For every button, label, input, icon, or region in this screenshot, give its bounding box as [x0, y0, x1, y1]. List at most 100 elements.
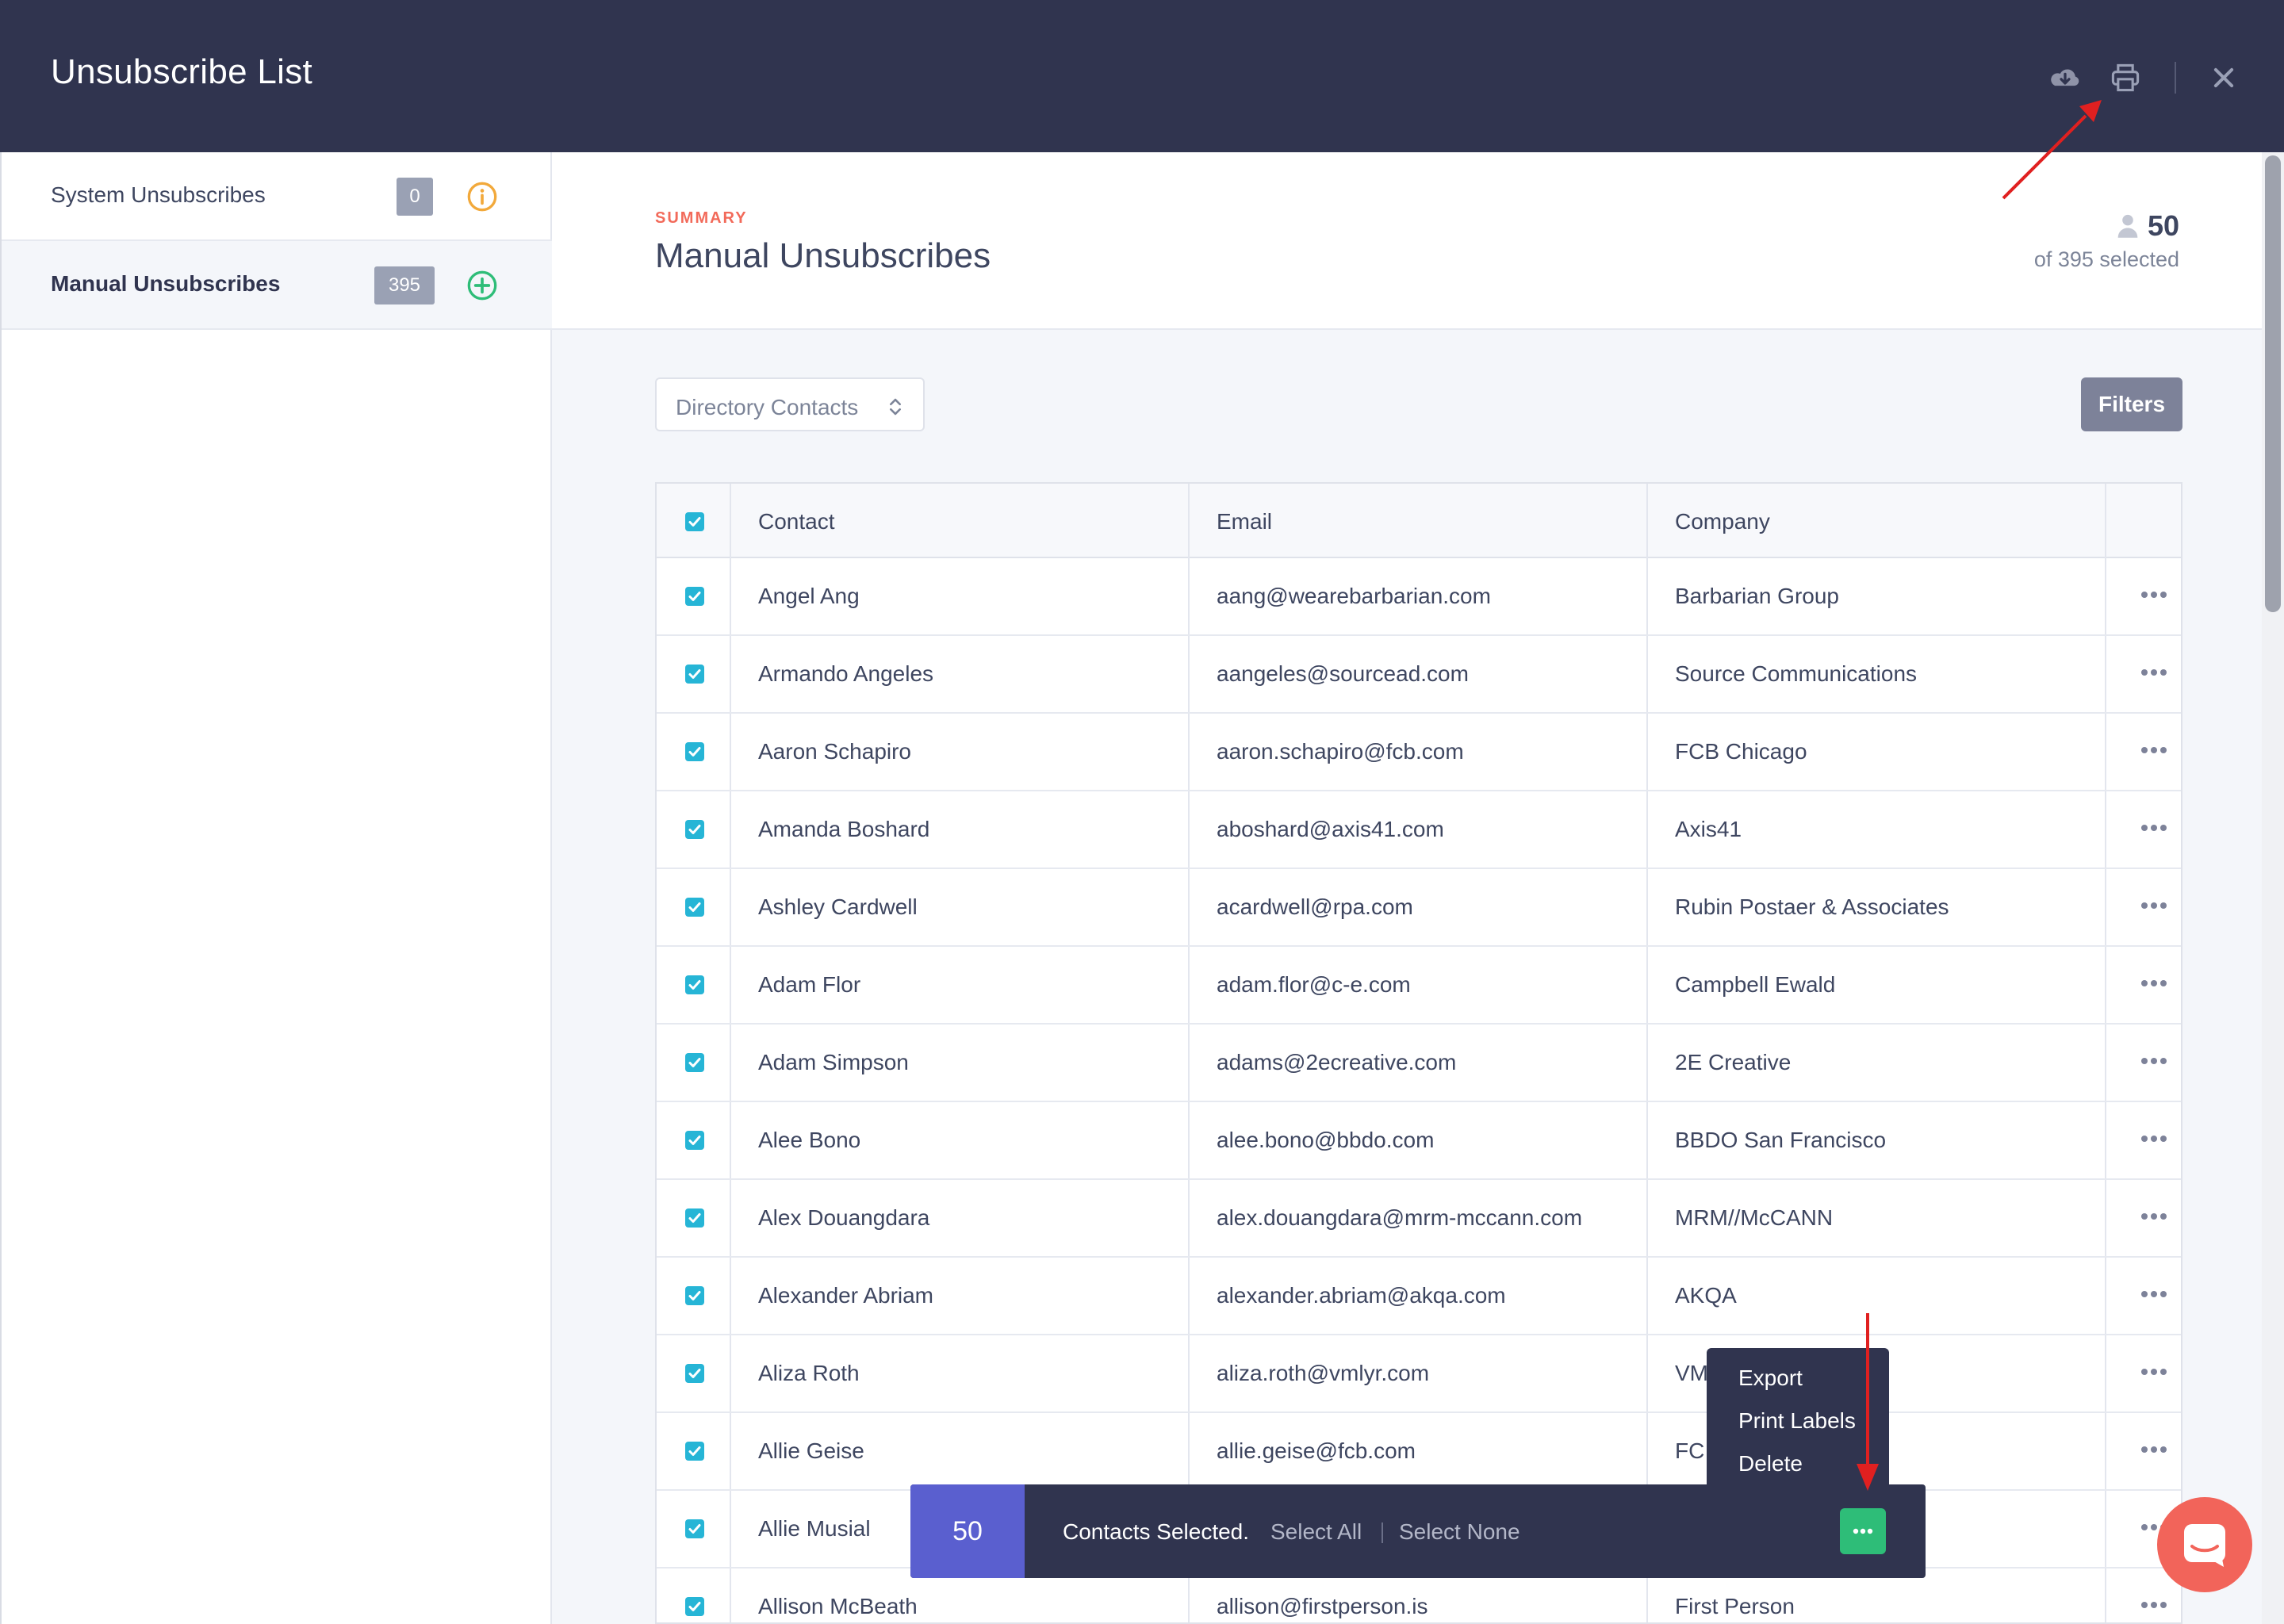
row-checkbox[interactable] — [685, 665, 704, 684]
row-more-icon[interactable] — [2140, 1134, 2168, 1143]
row-checkbox[interactable] — [685, 1131, 704, 1150]
row-more-icon[interactable] — [2140, 1600, 2168, 1610]
scrollbar-thumb[interactable] — [2265, 155, 2281, 612]
select-all-checkbox[interactable] — [685, 512, 704, 531]
row-checkbox[interactable] — [685, 742, 704, 761]
cell-email[interactable]: adam.flor@c-e.com — [1217, 972, 1411, 998]
cell-email[interactable]: adams@2ecreative.com — [1217, 1050, 1456, 1075]
cell-company: Campbell Ewald — [1675, 972, 1836, 997]
row-checkbox[interactable] — [685, 1519, 704, 1538]
cell-contact[interactable]: Allison McBeath — [758, 1594, 918, 1619]
contacts-table: Contact Email Company Angel Ang aang@wear… — [655, 482, 2182, 1624]
cell-email[interactable]: alex.douangdara@mrm-mccann.com — [1217, 1205, 1582, 1231]
row-checkbox[interactable] — [685, 1364, 704, 1383]
cloud-download-icon[interactable] — [2048, 60, 2083, 95]
table-row[interactable]: Aliza Roth aliza.roth@vmlyr.com VM — [657, 1335, 2181, 1413]
cell-email[interactable]: aaron.schapiro@fcb.com — [1217, 739, 1464, 764]
cell-email[interactable]: aang@wearebarbarian.com — [1217, 584, 1491, 609]
cell-contact[interactable]: Amanda Boshard — [758, 817, 929, 842]
menu-item-print-labels[interactable]: Print Labels — [1738, 1408, 1856, 1434]
row-checkbox[interactable] — [685, 975, 704, 994]
table-row[interactable]: Allie Geise allie.geise@fcb.com FC — [657, 1413, 2181, 1491]
sidebar-item-system-unsubscribes[interactable]: System Unsubscribes 0 — [2, 152, 552, 241]
bulk-more-button[interactable] — [1840, 1508, 1886, 1554]
select-all-link[interactable]: Select All — [1270, 1519, 1362, 1545]
cell-contact[interactable]: Angel Ang — [758, 584, 860, 609]
cell-email[interactable]: allie.geise@fcb.com — [1217, 1438, 1416, 1464]
table-row[interactable]: Aaron Schapiro aaron.schapiro@fcb.com FCB … — [657, 714, 2181, 791]
chat-launcher-button[interactable] — [2157, 1497, 2252, 1592]
row-checkbox[interactable] — [685, 1208, 704, 1228]
cell-email[interactable]: alexander.abriam@akqa.com — [1217, 1283, 1506, 1308]
sidebar-item-manual-unsubscribes[interactable]: Manual Unsubscribes 395 — [2, 241, 552, 330]
column-header-email[interactable]: Email — [1217, 509, 1272, 534]
printer-icon[interactable] — [2108, 60, 2143, 95]
row-more-icon[interactable] — [2140, 668, 2168, 677]
count-badge: 395 — [374, 266, 435, 304]
table-row[interactable]: Armando Angeles aangeles@sourcead.com Sour… — [657, 636, 2181, 714]
row-checkbox[interactable] — [685, 898, 704, 917]
column-header-contact[interactable]: Contact — [758, 509, 835, 534]
cell-contact[interactable]: Ashley Cardwell — [758, 894, 918, 920]
row-checkbox[interactable] — [685, 1053, 704, 1072]
selected-count-sub: of 395 selected — [2033, 247, 2179, 271]
row-checkbox[interactable] — [685, 1442, 704, 1461]
row-checkbox[interactable] — [685, 1286, 704, 1305]
cell-email[interactable]: aliza.roth@vmlyr.com — [1217, 1361, 1429, 1386]
row-more-icon[interactable] — [2140, 823, 2168, 833]
info-icon[interactable] — [466, 181, 498, 213]
table-row[interactable]: Alee Bono alee.bono@bbdo.com BBDO San Fran… — [657, 1102, 2181, 1180]
row-checkbox[interactable] — [685, 1597, 704, 1616]
column-header-company[interactable]: Company — [1675, 509, 1770, 534]
cell-email[interactable]: allison@firstperson.is — [1217, 1594, 1428, 1619]
row-more-icon[interactable] — [2140, 1056, 2168, 1066]
row-more-icon[interactable] — [2140, 1445, 2168, 1454]
cell-contact[interactable]: Adam Simpson — [758, 1050, 909, 1075]
cell-company: MRM//McCANN — [1675, 1205, 1834, 1230]
row-checkbox[interactable] — [685, 820, 704, 839]
cell-contact[interactable]: Aaron Schapiro — [758, 739, 911, 764]
table-row[interactable]: Alexander Abriam alexander.abriam@akqa.co… — [657, 1258, 2181, 1335]
cell-contact[interactable]: Armando Angeles — [758, 661, 933, 687]
table-row[interactable]: Adam Simpson adams@2ecreative.com 2E Creat… — [657, 1025, 2181, 1102]
sidebar: System Unsubscribes 0 Manual Unsubscribe… — [0, 152, 552, 1624]
cell-email[interactable]: alee.bono@bbdo.com — [1217, 1128, 1434, 1153]
cell-contact[interactable]: Alex Douangdara — [758, 1205, 929, 1231]
table-row[interactable]: Amanda Boshard aboshard@axis41.com Axis41 — [657, 791, 2181, 869]
menu-item-delete[interactable]: Delete — [1738, 1451, 1803, 1477]
directory-select[interactable]: Directory Contacts — [655, 377, 925, 431]
cell-company: AKQA — [1675, 1283, 1737, 1308]
summary-eyebrow: SUMMARY — [655, 209, 748, 227]
row-more-icon[interactable] — [2140, 979, 2168, 988]
menu-item-export[interactable]: Export — [1738, 1365, 1803, 1391]
row-more-icon[interactable] — [2140, 1212, 2168, 1221]
cell-contact[interactable]: Alexander Abriam — [758, 1283, 933, 1308]
row-more-icon[interactable] — [2140, 590, 2168, 599]
cell-contact[interactable]: Allie Geise — [758, 1438, 864, 1464]
table-row[interactable]: Ashley Cardwell acardwell@rpa.com Rubin Po… — [657, 869, 2181, 947]
table-row[interactable]: Adam Flor adam.flor@c-e.com Campbell Ewald — [657, 947, 2181, 1025]
chevron-up-down-icon — [890, 398, 901, 416]
add-circle-icon[interactable] — [466, 270, 498, 301]
bulk-selected-count: 50 — [910, 1484, 1025, 1578]
row-more-icon[interactable] — [2140, 901, 2168, 910]
row-checkbox[interactable] — [685, 587, 704, 606]
row-more-icon[interactable] — [2140, 1289, 2168, 1299]
table-row[interactable]: Angel Ang aang@wearebarbarian.com Barbaria… — [657, 558, 2181, 636]
close-icon[interactable] — [2206, 60, 2241, 95]
cell-contact[interactable]: Alee Bono — [758, 1128, 860, 1153]
cell-email[interactable]: aboshard@axis41.com — [1217, 817, 1444, 842]
cell-contact[interactable]: Allie Musial — [758, 1516, 871, 1542]
cell-contact[interactable]: Adam Flor — [758, 972, 860, 998]
cell-email[interactable]: aangeles@sourcead.com — [1217, 661, 1469, 687]
cell-company: VM — [1675, 1361, 1708, 1385]
row-more-icon[interactable] — [2140, 1367, 2168, 1377]
cell-email[interactable]: acardwell@rpa.com — [1217, 894, 1413, 920]
cell-company: FCB Chicago — [1675, 739, 1807, 764]
selection-count: 50 of 395 selected — [2034, 209, 2179, 272]
cell-contact[interactable]: Aliza Roth — [758, 1361, 860, 1386]
select-none-link[interactable]: Select None — [1399, 1519, 1520, 1545]
row-more-icon[interactable] — [2140, 745, 2168, 755]
filters-button[interactable]: Filters — [2081, 377, 2182, 431]
table-row[interactable]: Alex Douangdara alex.douangdara@mrm-mccan… — [657, 1180, 2181, 1258]
